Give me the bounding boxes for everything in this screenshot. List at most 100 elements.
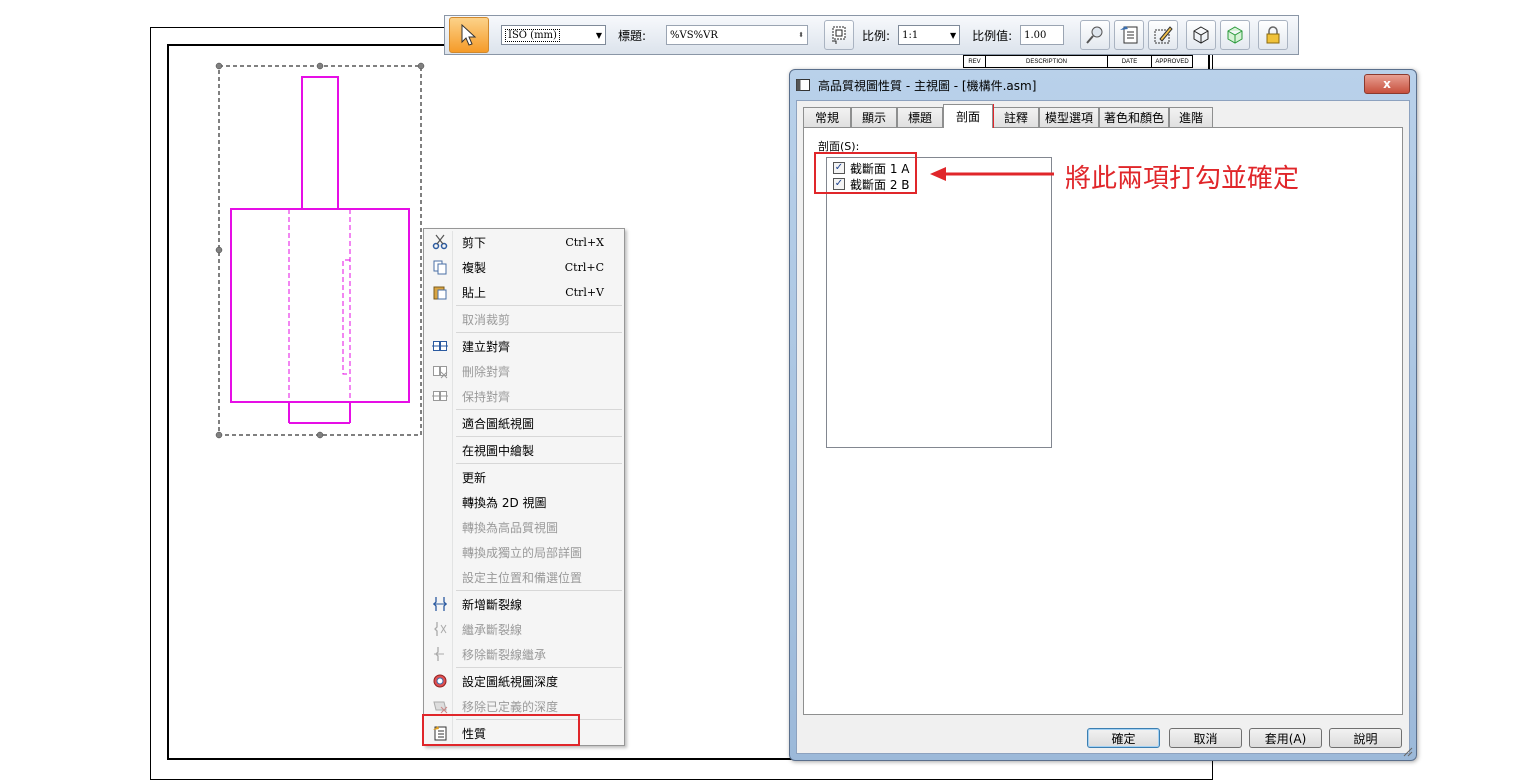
menu-icon-slot — [426, 465, 454, 489]
title-block-date: DATE — [1108, 56, 1152, 67]
maintain-alignment-icon — [426, 384, 454, 408]
caption-input[interactable]: %VS%VR ⬍ — [666, 25, 809, 45]
menu-item-delete-alignment[interactable]: 刪除對齊 — [426, 359, 622, 383]
menu-separator — [456, 590, 622, 591]
caption-input-value: %VS%VR — [670, 29, 718, 41]
selection-handle[interactable] — [215, 431, 223, 439]
paste-icon — [426, 280, 454, 304]
menu-item-convert-to-detail-view[interactable]: 轉換成獨立的局部詳圖 — [426, 540, 622, 564]
menu-item-copy[interactable]: 複製 Ctrl+C — [426, 255, 622, 279]
selection-handle[interactable] — [316, 62, 324, 70]
menu-item-label: 新增斷裂線 — [462, 597, 523, 612]
apply-button[interactable]: 套用(A) — [1249, 728, 1322, 748]
draw-in-view-button[interactable] — [1148, 20, 1179, 50]
menu-separator — [456, 409, 622, 410]
add-break-line-icon — [426, 592, 454, 616]
tab-label: 模型選項 — [1044, 111, 1093, 125]
menu-item-label: 貼上 — [462, 285, 487, 300]
menu-item-label: 繼承斷裂線 — [462, 622, 523, 637]
menu-item-paste[interactable]: 貼上 Ctrl+V — [426, 280, 622, 304]
properties-sheet-icon — [1120, 26, 1138, 44]
menu-item-convert-to-hq-view[interactable]: 轉換為高品質視圖 — [426, 515, 622, 539]
tab-label: 著色和顏色 — [1103, 111, 1164, 125]
selection-handle[interactable] — [215, 62, 223, 70]
menu-item-label: 取消裁剪 — [462, 312, 511, 327]
scale-factor-input[interactable]: 1.00 — [1020, 25, 1065, 45]
cancel-button[interactable]: 取消 — [1169, 728, 1242, 748]
dialog-title: 高品質視圖性質 - 主視圖 - [機構件.asm] — [818, 78, 1037, 93]
menu-item-remove-break-inheritance[interactable]: 移除斷裂線繼承 — [426, 642, 622, 666]
remove-break-inheritance-icon — [426, 642, 454, 666]
delete-alignment-icon — [426, 359, 454, 383]
highlight-sections-checkboxes — [814, 152, 917, 194]
title-block-rev: REV — [964, 56, 986, 67]
caption-format-button[interactable] — [824, 20, 855, 50]
resize-grip-icon[interactable] — [1403, 747, 1413, 757]
tab-model-options[interactable]: 模型選項 — [1039, 107, 1099, 127]
menu-item-convert-to-2d-view[interactable]: 轉換為 2D 視圖 — [426, 490, 622, 514]
menu-item-inherit-break-line[interactable]: 繼承斷裂線 — [426, 617, 622, 641]
menu-item-label: 剪下 — [462, 235, 487, 250]
pencil-icon — [1154, 26, 1173, 44]
menu-item-shortcut: Ctrl+X — [565, 235, 604, 249]
menu-item-cut[interactable]: 剪下 Ctrl+X — [426, 230, 622, 254]
selection-handle[interactable] — [316, 431, 324, 439]
sections-list[interactable]: ✓ 截斷面 1 A ✓ 截斷面 2 B — [826, 157, 1052, 448]
window-icon — [796, 79, 810, 91]
wireframe-view-button[interactable] — [1186, 20, 1217, 50]
menu-item-set-primary-alternate-position[interactable]: 設定主位置和備選位置 — [426, 565, 622, 589]
tab-shading-colors[interactable]: 著色和顏色 — [1099, 107, 1169, 127]
help-button[interactable]: 說明 — [1329, 728, 1402, 748]
tab-general[interactable]: 常規 — [803, 107, 851, 127]
scale-select[interactable]: 1:1 ▼ — [898, 25, 961, 45]
view-properties-button[interactable] — [1114, 20, 1145, 50]
menu-item-fit-drawing-view[interactable]: 適合圖紙視圖 — [426, 411, 622, 435]
drawing-view[interactable] — [210, 58, 430, 443]
menu-icon-slot — [426, 540, 454, 564]
menu-item-create-alignment[interactable]: 建立對齊 — [426, 334, 622, 358]
hidden-lines — [288, 209, 351, 402]
tab-label: 常規 — [814, 111, 839, 125]
menu-item-update[interactable]: 更新 — [426, 465, 622, 489]
menu-item-label: 設定主位置和備選位置 — [462, 570, 583, 585]
menu-separator — [456, 436, 622, 437]
menu-item-label: 移除已定義的深度 — [462, 699, 559, 714]
shaded-view-button[interactable] — [1220, 20, 1251, 50]
scale-factor-label: 比例值: — [972, 28, 1013, 43]
tab-advanced[interactable]: 進階 — [1169, 107, 1213, 127]
tab-label: 進階 — [1178, 111, 1203, 125]
selection-handle[interactable] — [417, 62, 425, 70]
menu-item-label: 適合圖紙視圖 — [462, 416, 535, 431]
menu-icon-slot — [426, 307, 454, 331]
dialog-titlebar[interactable]: 高品質視圖性質 - 主視圖 - [機構件.asm] x — [796, 74, 1410, 96]
tab-sections[interactable]: 剖面 — [943, 104, 993, 128]
menu-item-maintain-alignment[interactable]: 保持對齊 — [426, 384, 622, 408]
scale-factor-value: 1.00 — [1024, 29, 1047, 41]
menu-icon-slot — [426, 565, 454, 589]
zoom-view-button[interactable] — [1080, 20, 1111, 50]
standard-select[interactable]: ISO (mm) ▼ — [501, 25, 606, 45]
menu-icon-slot — [426, 411, 454, 435]
selection-handle[interactable] — [215, 246, 223, 254]
tab-caption[interactable]: 標題 — [897, 107, 943, 127]
menu-separator — [456, 463, 622, 464]
context-menu: 剪下 Ctrl+X 複製 Ctrl+C 貼上 Ctrl+V 取消裁剪建立對齊 刪除對齊 保持對齊… — [423, 228, 625, 746]
menu-item-draw-in-view[interactable]: 在視圖中繪製 — [426, 438, 622, 462]
spinner-icon[interactable]: ⬍ — [798, 31, 804, 39]
arrow-cursor-icon — [461, 24, 477, 46]
magnifier-icon — [1086, 26, 1103, 44]
close-button[interactable]: x — [1364, 74, 1410, 94]
menu-item-uncrop[interactable]: 取消裁剪 — [426, 307, 622, 331]
lock-view-button[interactable] — [1258, 20, 1289, 50]
tab-display[interactable]: 顯示 — [851, 107, 897, 127]
title-block-approved: APPROVED — [1155, 58, 1189, 65]
scissors-icon — [426, 230, 454, 254]
select-tool-button[interactable] — [449, 17, 489, 53]
menu-item-add-break-line[interactable]: 新增斷裂線 — [426, 592, 622, 616]
annotation-text: 將此兩項打勾並確定 — [1065, 164, 1300, 194]
menu-item-set-view-depth[interactable]: 設定圖紙視圖深度 — [426, 669, 622, 693]
menu-icon-slot — [426, 438, 454, 462]
menu-item-label: 更新 — [462, 470, 487, 485]
tab-annotations[interactable]: 註釋 — [993, 107, 1039, 127]
ok-button[interactable]: 確定 — [1087, 728, 1160, 748]
